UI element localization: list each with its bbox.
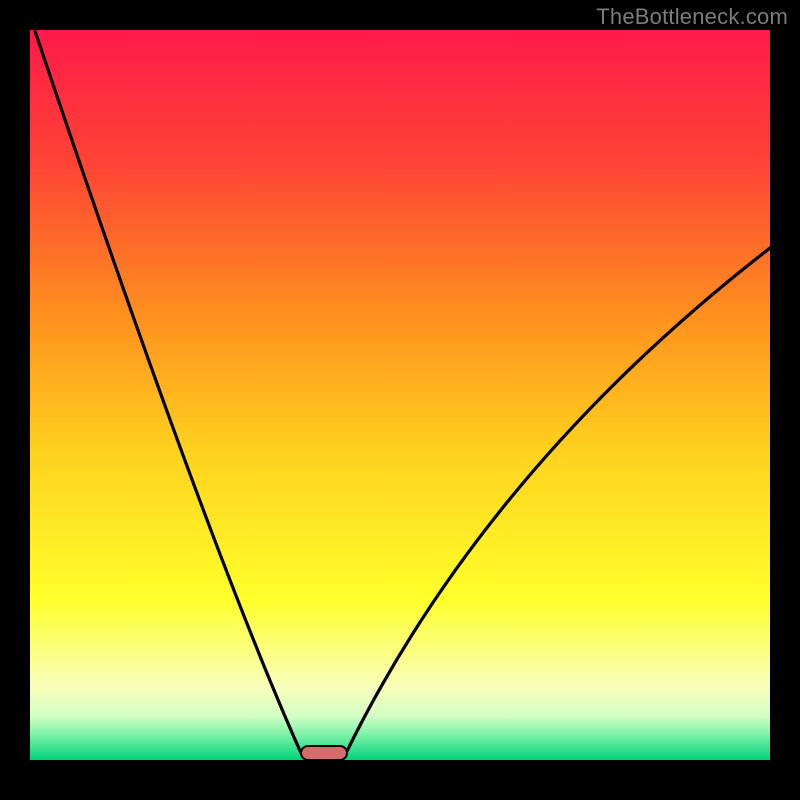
watermark-text: TheBottleneck.com — [596, 4, 788, 30]
bottleneck-chart — [0, 0, 800, 800]
bottom-marker — [301, 746, 347, 760]
plot-background — [30, 30, 770, 760]
chart-frame: TheBottleneck.com — [0, 0, 800, 800]
